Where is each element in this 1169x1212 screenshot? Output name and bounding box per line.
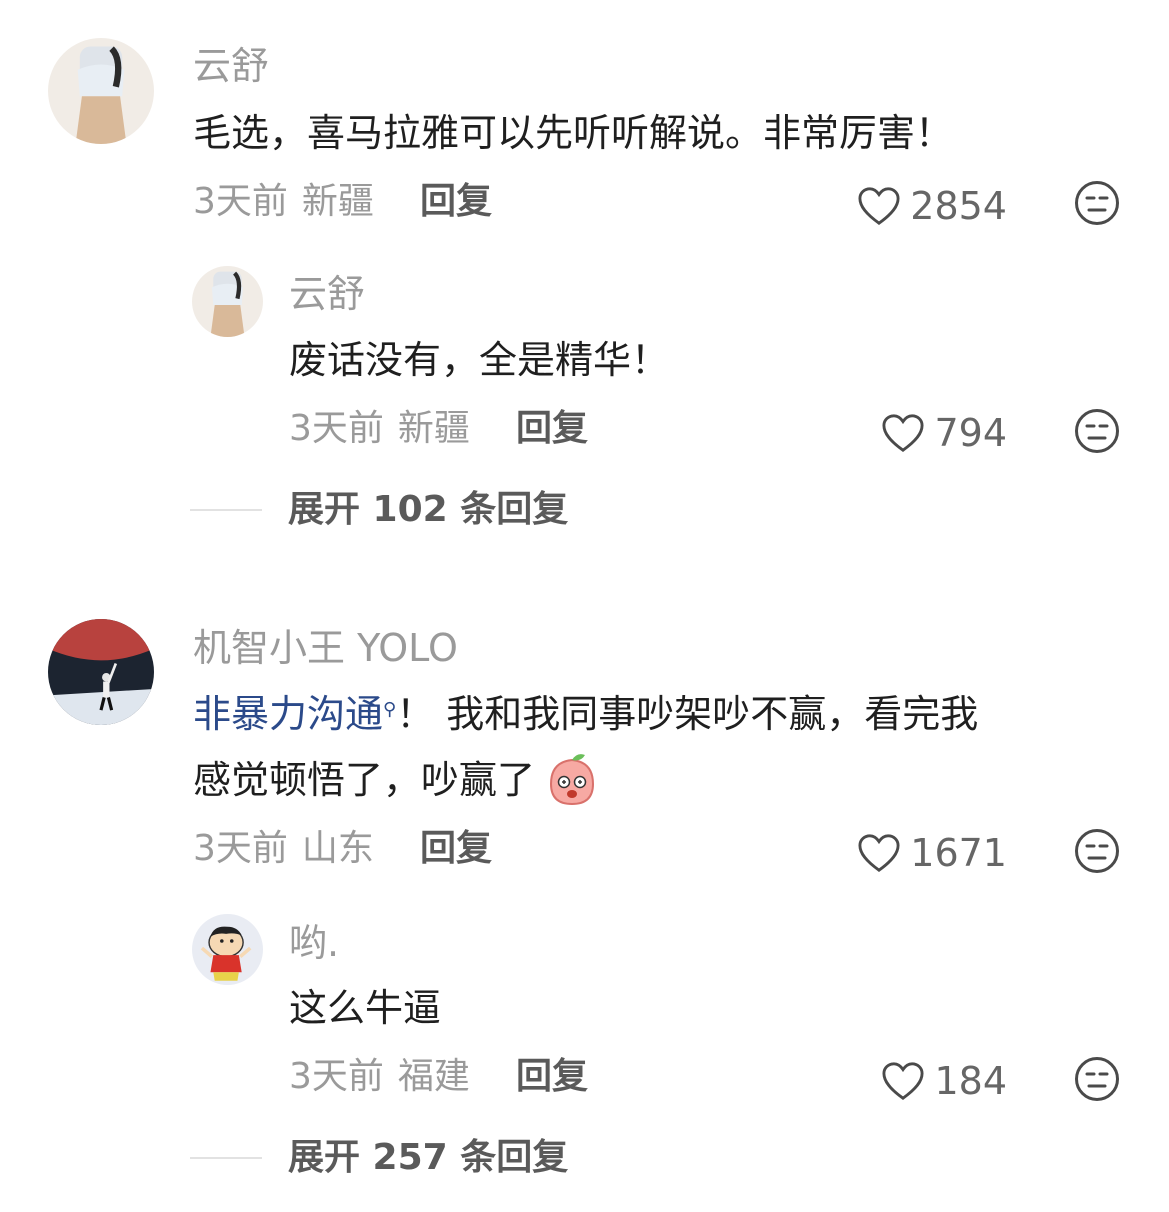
neutral-face-icon[interactable]: [1074, 1056, 1120, 1102]
topic-link[interactable]: 非暴力沟通⚲: [193, 692, 396, 736]
comment-text-line2: 感觉顿悟了，吵赢了: [193, 758, 536, 802]
divider: [190, 1157, 262, 1159]
comment-2: 机智小王 YOLO 非暴力沟通⚲！ 我和我同事吵架吵不赢，看完我 感觉顿悟了，吵…: [0, 0, 1169, 1212]
expand-replies-label: 展开 257 条回复: [288, 1137, 569, 1178]
neutral-face-icon[interactable]: [1074, 828, 1120, 874]
search-mini-icon: ⚲: [383, 699, 397, 720]
topic-label: 非暴力沟通: [193, 692, 384, 736]
like-button[interactable]: 184: [880, 1060, 1007, 1102]
location: 福建: [397, 1056, 470, 1097]
avatar-image: [48, 619, 154, 725]
timestamp: 3天前: [193, 828, 288, 869]
avatar-image: [192, 914, 263, 985]
timestamp: 3天前: [289, 1056, 384, 1097]
heart-outline-icon: [858, 834, 900, 872]
expand-replies[interactable]: 展开 257 条回复: [190, 1140, 568, 1176]
peach-face-emoji: [550, 753, 595, 805]
like-count: 1671: [910, 831, 1007, 875]
reply-meta: 3天前 福建: [289, 1059, 470, 1095]
comment-meta: 3天前 山东: [193, 831, 374, 867]
username[interactable]: 机智小王 YOLO: [193, 629, 458, 667]
reply-avatar[interactable]: [192, 914, 263, 985]
reply-text: 这么牛逼: [289, 986, 442, 1030]
like-count: 184: [934, 1059, 1007, 1103]
reply-button[interactable]: 回复: [516, 1059, 588, 1095]
reply-button[interactable]: 回复: [420, 831, 492, 867]
heart-outline-icon: [882, 1062, 924, 1100]
comment-text: 非暴力沟通⚲！ 我和我同事吵架吵不赢，看完我 感觉顿悟了，吵赢了: [193, 681, 1133, 813]
reply-username[interactable]: 哟.: [289, 924, 339, 962]
like-button[interactable]: 1671: [856, 832, 1007, 874]
location: 山东: [301, 828, 374, 869]
avatar[interactable]: [48, 619, 154, 725]
comment-text-line1: ！ 我和我同事吵架吵不赢，看完我: [396, 692, 979, 736]
